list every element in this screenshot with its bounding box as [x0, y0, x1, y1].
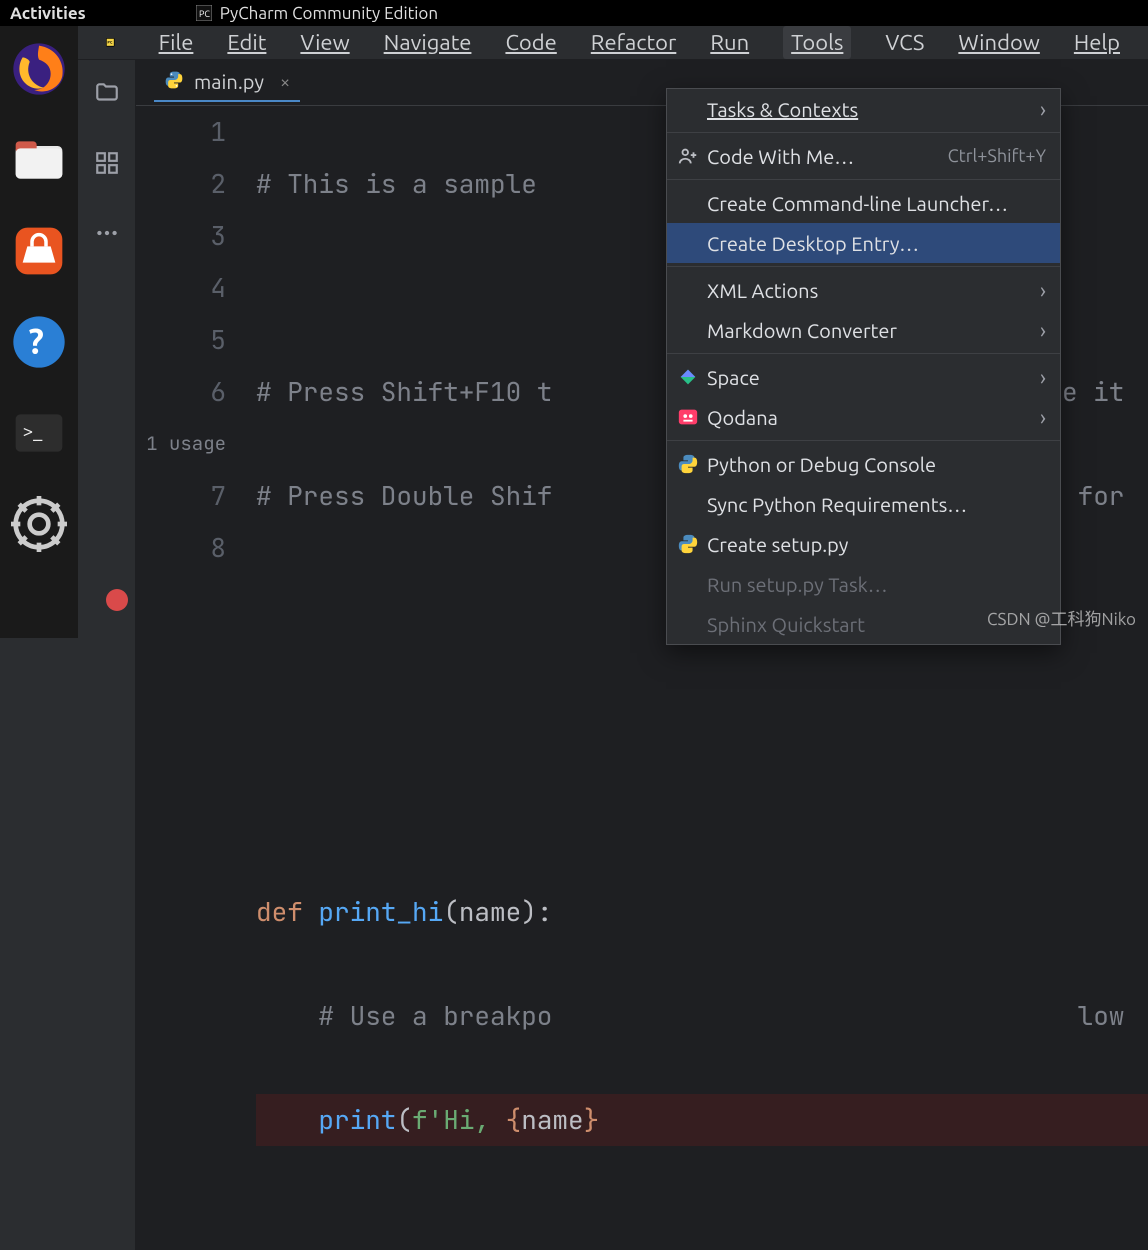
pycharm-titlebar-icon: PC [196, 5, 212, 21]
tab-filename: main.py [194, 70, 264, 93]
menu-vcs[interactable]: VCS [885, 30, 924, 55]
dock-settings-icon[interactable] [11, 496, 67, 552]
gnome-app-title: PC PyCharm Community Edition [196, 4, 438, 23]
menubar: PC File Edit View Navigate Code Refactor… [78, 26, 1148, 60]
menu-run[interactable]: Run [710, 30, 749, 55]
dd-separator [667, 266, 1060, 267]
code-line-4: # Press Double Shif [256, 478, 552, 513]
tools-dropdown: Tasks & Contexts Code With Me… Ctrl+Shif… [666, 88, 1061, 645]
ubuntu-dock: ? >_ [0, 26, 78, 638]
line-num-7: 7 [136, 470, 226, 522]
dd-separator [667, 132, 1060, 133]
dock-software-icon[interactable] [11, 223, 67, 279]
left-toolbar [78, 60, 136, 1250]
tab-main-py[interactable]: main.py × [154, 64, 300, 102]
code-line-3: # Press Shift+F10 t [256, 374, 552, 409]
code-with-me-icon [677, 145, 699, 167]
structure-tool-icon[interactable] [94, 150, 120, 180]
menu-tools[interactable]: Tools [783, 26, 851, 59]
menu-navigate[interactable]: Navigate [384, 30, 472, 55]
project-tool-icon[interactable] [94, 80, 120, 110]
line-num-3: 3 [136, 210, 226, 262]
svg-text:PC: PC [199, 9, 210, 19]
dd-separator [667, 179, 1060, 180]
line-num-5: 5 [136, 314, 226, 366]
fn-print: print [256, 1102, 396, 1137]
dd-tasks-contexts[interactable]: Tasks & Contexts [667, 89, 1060, 129]
usage-hint[interactable]: 1 usage [136, 418, 226, 470]
qodana-icon [677, 406, 699, 428]
dd-xml-actions[interactable]: XML Actions [667, 270, 1060, 310]
python-icon [677, 533, 699, 555]
shortcut-text: Ctrl+Shift+Y [948, 146, 1046, 166]
python-file-icon [164, 70, 184, 94]
str-hi: f'Hi, [412, 1102, 506, 1137]
code-line-3-tail: e it [1062, 366, 1140, 418]
line-num-6: 6 [136, 366, 226, 418]
svg-text:?: ? [29, 321, 44, 361]
kw-def: def [256, 894, 303, 929]
activities-label[interactable]: Activities [10, 4, 86, 23]
menu-refactor[interactable]: Refactor [591, 30, 677, 55]
line-num-8: 8 [136, 522, 226, 574]
svg-text:>_: >_ [23, 421, 44, 442]
dd-cmd-launcher[interactable]: Create Command-line Launcher… [667, 183, 1060, 223]
watermark-text: CSDN @工科狗Niko [987, 605, 1136, 630]
tab-close-icon[interactable]: × [280, 72, 290, 92]
dock-files-icon[interactable] [11, 132, 67, 188]
dd-create-setup[interactable]: Create setup.py [667, 524, 1060, 564]
dd-separator [667, 440, 1060, 441]
app-title-text: PyCharm Community Edition [220, 4, 438, 23]
code-line-4-tail: for [1078, 470, 1140, 522]
dd-run-setup: Run setup.py Task… [667, 564, 1060, 604]
line-num-2: 2 [136, 158, 226, 210]
svg-text:PC: PC [107, 40, 112, 45]
fn-print-hi: print_hi [303, 894, 443, 929]
dd-space[interactable]: Space [667, 357, 1060, 397]
pycharm-logo-icon: PC [106, 28, 115, 58]
dd-sync-requirements[interactable]: Sync Python Requirements… [667, 484, 1060, 524]
code-line-8-tail: low [1078, 990, 1140, 1042]
breakpoint-icon[interactable] [136, 574, 226, 626]
code-line-7-rest: (name): [443, 894, 552, 929]
space-icon [677, 366, 699, 388]
menu-file[interactable]: File [159, 30, 194, 55]
line-num-4: 4 [136, 262, 226, 314]
gnome-topbar: Activities PC PyCharm Community Edition [0, 0, 1148, 26]
menu-code[interactable]: Code [505, 30, 556, 55]
menu-view[interactable]: View [300, 30, 349, 55]
dd-qodana[interactable]: Qodana [667, 397, 1060, 437]
python-icon [677, 453, 699, 475]
dd-markdown-converter[interactable]: Markdown Converter [667, 310, 1060, 350]
dd-separator [667, 353, 1060, 354]
more-tool-icon[interactable] [94, 220, 120, 250]
dock-terminal-icon[interactable]: >_ [11, 405, 67, 461]
code-line-8: # Use a breakpo [256, 998, 552, 1033]
menu-edit[interactable]: Edit [227, 30, 266, 55]
dd-python-console[interactable]: Python or Debug Console [667, 444, 1060, 484]
dd-desktop-entry[interactable]: Create Desktop Entry… [667, 223, 1060, 263]
code-line-1: # This is a sample [256, 166, 552, 201]
menu-help[interactable]: Help [1074, 30, 1120, 55]
dd-code-with-me[interactable]: Code With Me… Ctrl+Shift+Y [667, 136, 1060, 176]
line-num-1: 1 [136, 106, 226, 158]
menu-window[interactable]: Window [958, 30, 1040, 55]
dock-firefox-icon[interactable] [11, 41, 67, 97]
gutter: 1 2 3 4 5 6 1 usage 7 8 [136, 106, 256, 1250]
dock-help-icon[interactable]: ? [11, 314, 67, 370]
